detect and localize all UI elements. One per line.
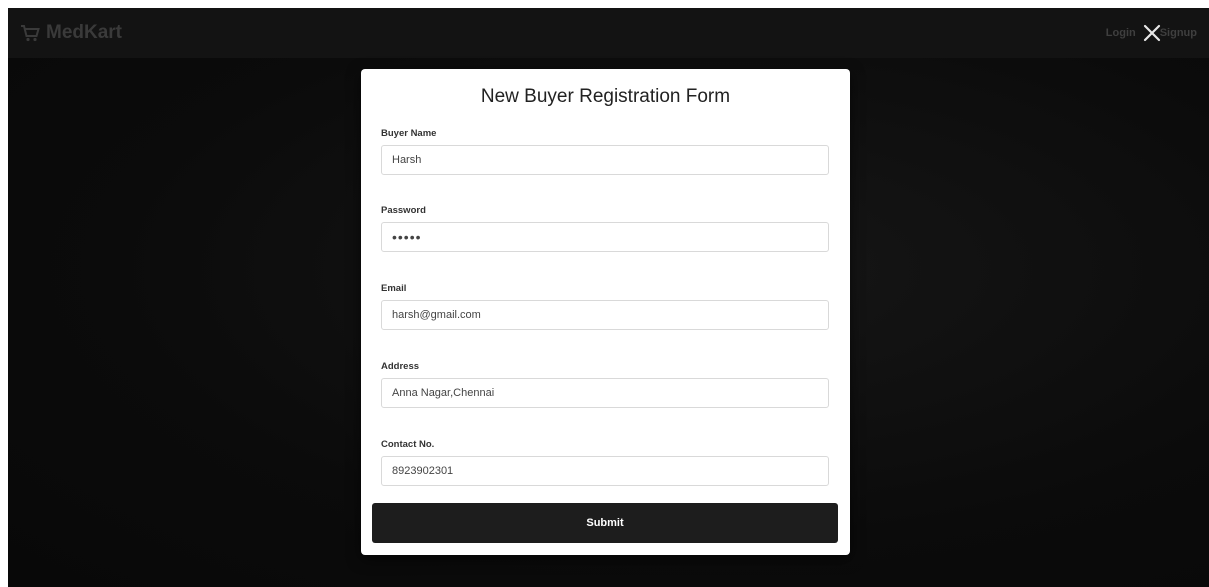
buyer-name-field: Buyer Name: [381, 128, 829, 175]
contact-field: Contact No.: [381, 439, 829, 486]
brand-logo[interactable]: MedKart: [20, 22, 122, 44]
modal-title: New Buyer Registration Form: [480, 86, 731, 107]
page-backdrop: MedKart Login Signup New Buyer Registrat…: [8, 8, 1209, 587]
signup-link[interactable]: Signup: [1160, 27, 1197, 39]
email-field: Email: [381, 283, 829, 330]
brand-name: MedKart: [46, 22, 123, 43]
email-input[interactable]: [381, 300, 829, 330]
signup-link-wrap: Signup: [1143, 24, 1197, 42]
address-field: Address: [381, 361, 829, 408]
address-input[interactable]: [381, 378, 829, 408]
email-label: Email: [381, 283, 407, 294]
registration-modal: New Buyer Registration Form Buyer Name P…: [361, 69, 850, 555]
password-field: Password: [381, 205, 829, 252]
buyer-name-label: Buyer Name: [381, 128, 437, 139]
login-link[interactable]: Login: [1106, 27, 1136, 39]
contact-label: Contact No.: [381, 439, 435, 450]
submit-button[interactable]: Submit: [372, 503, 838, 543]
buyer-name-input[interactable]: [381, 145, 829, 175]
navbar: MedKart Login Signup: [8, 8, 1209, 58]
cart-icon: [21, 25, 40, 42]
contact-input[interactable]: [381, 456, 829, 486]
close-icon[interactable]: [1140, 21, 1164, 45]
password-input[interactable]: [381, 222, 829, 252]
page-top-margin: [0, 0, 1209, 8]
password-label: Password: [381, 205, 426, 216]
address-label: Address: [381, 361, 420, 372]
nav-links: Login Signup: [1106, 24, 1197, 42]
